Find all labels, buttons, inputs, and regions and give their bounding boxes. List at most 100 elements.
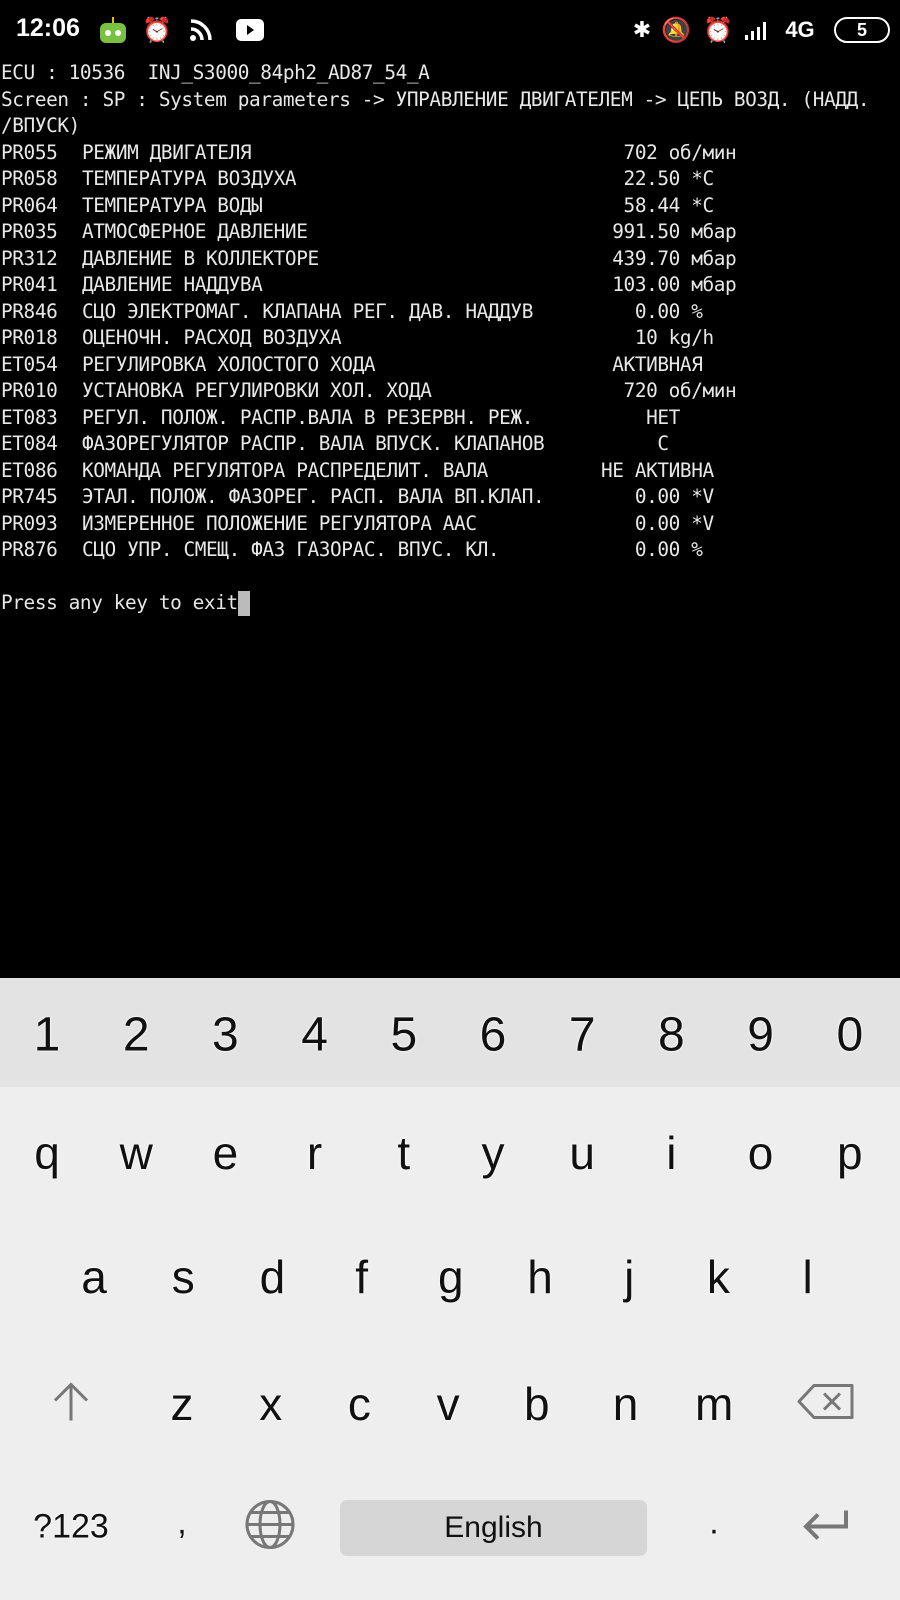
parameter-value: 991.50 мбар bbox=[601, 220, 737, 243]
comma-key[interactable]: , bbox=[177, 1504, 186, 1543]
key-7[interactable]: 7 bbox=[569, 1008, 596, 1063]
parameter-value: 0.00 % bbox=[601, 299, 703, 323]
key-c[interactable]: c bbox=[348, 1377, 371, 1431]
parameter-name: УСТАНОВКА РЕГУЛИРОВКИ ХОЛ. ХОДА bbox=[82, 379, 432, 402]
language-globe-key[interactable] bbox=[243, 1498, 297, 1557]
alarm-icon: ⏰ bbox=[142, 16, 172, 44]
parameter-name: СЦО ЭЛЕКТРОМАГ. КЛАПАНА РЕГ. ДАВ. НАДДУВ bbox=[82, 299, 533, 323]
key-6[interactable]: 6 bbox=[480, 1008, 507, 1063]
parameter-name: ФАЗОРЕГУЛЯТОР РАСПР. ВАЛА ВПУСК. КЛАПАНО… bbox=[82, 432, 545, 455]
key-d[interactable]: d bbox=[260, 1250, 286, 1304]
period-key[interactable]: . bbox=[709, 1504, 718, 1543]
parameter-name: ТЕМПЕРАТУРА ВОДЫ bbox=[82, 193, 263, 217]
space-bar[interactable]: English bbox=[340, 1500, 647, 1556]
parameter-value: 0.00 *V bbox=[601, 511, 714, 535]
parameter-code: PR010 bbox=[1, 379, 58, 402]
duolingo-app-icon bbox=[97, 14, 129, 46]
parameter-value: 439.70 мбар bbox=[601, 246, 737, 270]
parameter-code: PR846 bbox=[1, 299, 58, 323]
parameter-row: ET054 РЕГУЛИРОВКА ХОЛОСТОГО ХОДА АКТИВНАЯ bbox=[1, 352, 900, 379]
key-r[interactable]: r bbox=[307, 1126, 322, 1180]
parameter-value: АКТИВНАЯ bbox=[601, 352, 703, 376]
key-j[interactable]: j bbox=[624, 1250, 634, 1304]
bluetooth-icon: ✱ bbox=[632, 17, 652, 43]
exit-prompt-text: Press any key to exit bbox=[1, 591, 238, 614]
parameter-code: PR058 bbox=[1, 167, 58, 190]
parameter-row: PR041 ДАВЛЕНИЕ НАДДУВА 103.00 мбар bbox=[1, 272, 900, 299]
shift-key[interactable] bbox=[51, 1381, 91, 1428]
enter-key[interactable] bbox=[800, 1507, 852, 1548]
parameter-row: PR846 СЦО ЭЛЕКТРОМАГ. КЛАПАНА РЕГ. ДАВ. Н… bbox=[1, 299, 900, 326]
key-l[interactable]: l bbox=[802, 1250, 812, 1304]
terminal-output: ECU : 10536 INJ_S3000_84ph2_AD87_54_A Sc… bbox=[1, 60, 900, 617]
key-g[interactable]: g bbox=[438, 1250, 464, 1304]
text-cursor bbox=[237, 591, 250, 616]
key-v[interactable]: v bbox=[437, 1377, 460, 1431]
key-2[interactable]: 2 bbox=[123, 1008, 150, 1063]
key-f[interactable]: f bbox=[355, 1250, 368, 1304]
key-5[interactable]: 5 bbox=[390, 1008, 417, 1063]
key-z[interactable]: z bbox=[171, 1377, 194, 1431]
parameter-name: АТМОСФЕРНОЕ ДАВЛЕНИЕ bbox=[82, 220, 308, 243]
parameter-name: РЕГУЛ. ПОЛОЖ. РАСПР.ВАЛА В РЕЗЕРВН. РЕЖ. bbox=[82, 405, 533, 429]
key-x[interactable]: x bbox=[259, 1377, 282, 1431]
key-o[interactable]: o bbox=[748, 1126, 774, 1180]
parameter-name: ЭТАЛ. ПОЛОЖ. ФАЗОРЕГ. РАСП. ВАЛА ВП.КЛАП… bbox=[82, 485, 545, 508]
backspace-key[interactable] bbox=[796, 1382, 856, 1427]
key-a[interactable]: a bbox=[81, 1250, 107, 1304]
parameter-code: ET086 bbox=[1, 458, 58, 482]
key-1[interactable]: 1 bbox=[34, 1008, 61, 1063]
key-i[interactable]: i bbox=[666, 1126, 676, 1180]
parameter-value: НЕТ bbox=[601, 405, 680, 429]
key-q[interactable]: q bbox=[34, 1126, 60, 1180]
parameter-value: С bbox=[601, 432, 669, 455]
parameter-row: PR058 ТЕМПЕРАТУРА ВОЗДУХА 22.50 *C bbox=[1, 166, 900, 193]
parameter-code: ET084 bbox=[1, 432, 58, 455]
exit-prompt: Press any key to exit bbox=[1, 590, 900, 617]
key-k[interactable]: k bbox=[707, 1250, 730, 1304]
parameter-row: PR876 СЦО УПР. СМЕЩ. ФАЗ ГАЗОРАС. ВПУС. К… bbox=[1, 537, 900, 564]
parameter-row: ET084 ФАЗОРЕГУЛЯТОР РАСПР. ВАЛА ВПУСК. КЛ… bbox=[1, 431, 900, 458]
battery-icon: 5 bbox=[834, 17, 890, 43]
key-n[interactable]: n bbox=[613, 1377, 639, 1431]
parameter-row: PR018 ОЦЕНОЧН. РАСХОД ВОЗДУХА 10 kg/h bbox=[1, 325, 900, 352]
parameter-code: PR876 bbox=[1, 538, 58, 561]
parameter-value: 10 kg/h bbox=[601, 326, 714, 349]
parameter-code: PR064 bbox=[1, 193, 58, 217]
parameter-code: PR041 bbox=[1, 273, 58, 296]
key-9[interactable]: 9 bbox=[747, 1008, 774, 1063]
parameter-row: PR093 ИЗМЕРЕННОЕ ПОЛОЖЕНИЕ РЕГУЛЯТОРА ААС… bbox=[1, 511, 900, 538]
rss-icon bbox=[186, 14, 216, 46]
key-s[interactable]: s bbox=[172, 1250, 195, 1304]
status-bar: 12:06 ⏰ ✱ 🔕 ⏰ 4G 5 bbox=[0, 0, 900, 62]
parameter-value: 0.00 % bbox=[601, 538, 703, 561]
parameter-row: PR010 УСТАНОВКА РЕГУЛИРОВКИ ХОЛ. ХОДА 720… bbox=[1, 378, 900, 405]
symbols-key[interactable]: ?123 bbox=[33, 1508, 109, 1547]
key-0[interactable]: 0 bbox=[836, 1008, 863, 1063]
key-h[interactable]: h bbox=[527, 1250, 553, 1304]
key-p[interactable]: p bbox=[837, 1126, 863, 1180]
key-3[interactable]: 3 bbox=[212, 1008, 239, 1063]
key-t[interactable]: t bbox=[397, 1126, 410, 1180]
alarm-icon: ⏰ bbox=[703, 16, 733, 44]
screen-path-line-cont: /ВПУСК) bbox=[1, 114, 80, 137]
parameter-row: ET086 КОМАНДА РЕГУЛЯТОРА РАСПРЕДЕЛИТ. ВАЛ… bbox=[1, 458, 900, 485]
parameter-name: ДАВЛЕНИЕ НАДДУВА bbox=[82, 273, 263, 296]
key-w[interactable]: w bbox=[120, 1126, 153, 1180]
parameter-value: 720 об/мин bbox=[601, 379, 737, 402]
key-8[interactable]: 8 bbox=[658, 1008, 685, 1063]
parameter-name: СЦО УПР. СМЕЩ. ФАЗ ГАЗОРАС. ВПУС. КЛ. bbox=[82, 538, 500, 561]
key-b[interactable]: b bbox=[524, 1377, 550, 1431]
key-e[interactable]: e bbox=[213, 1126, 239, 1180]
parameter-row: ET083 РЕГУЛ. ПОЛОЖ. РАСПР.ВАЛА В РЕЗЕРВН.… bbox=[1, 405, 900, 432]
parameter-name: РЕГУЛИРОВКА ХОЛОСТОГО ХОДА bbox=[82, 352, 376, 376]
parameter-row: PR035 АТМОСФЕРНОЕ ДАВЛЕНИЕ 991.50 мбар bbox=[1, 219, 900, 246]
signal-icon bbox=[742, 14, 772, 46]
parameter-row: PR312 ДАВЛЕНИЕ В КОЛЛЕКТОРЕ 439.70 мбар bbox=[1, 246, 900, 273]
key-4[interactable]: 4 bbox=[301, 1008, 328, 1063]
key-y[interactable]: y bbox=[482, 1126, 505, 1180]
key-m[interactable]: m bbox=[695, 1377, 733, 1431]
parameter-name: ТЕМПЕРАТУРА ВОЗДУХА bbox=[82, 167, 297, 190]
key-u[interactable]: u bbox=[569, 1126, 595, 1180]
